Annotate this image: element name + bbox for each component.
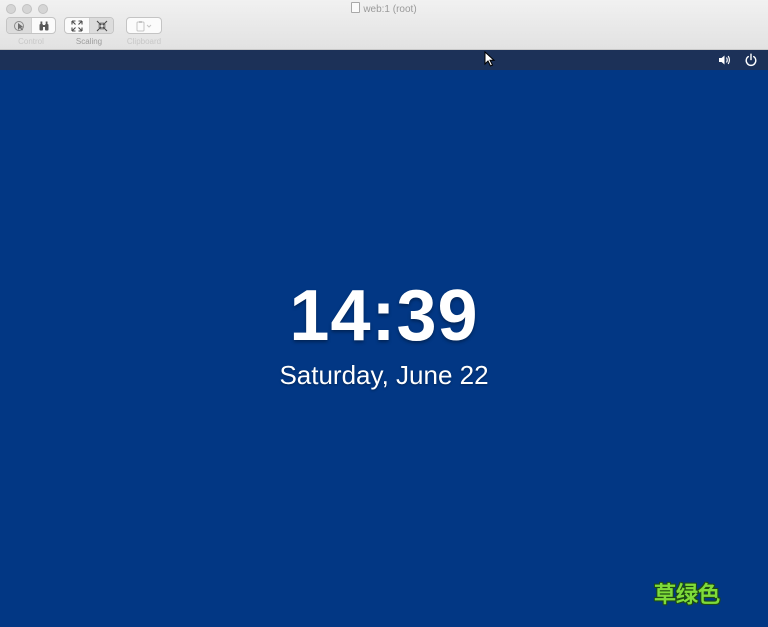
pointer-icon — [14, 20, 24, 31]
mouse-pointer-icon — [484, 51, 496, 67]
expand-icon — [71, 19, 83, 32]
clipboard-group: Clipboard — [126, 17, 162, 46]
shrink-scaling-button[interactable] — [89, 18, 113, 33]
viewer-window: web:1 (root) Control Scaling Clipboard 1… — [0, 0, 768, 627]
pointer-control-button[interactable] — [7, 18, 31, 33]
control-label: Control — [18, 37, 44, 46]
control-segment — [6, 17, 56, 34]
volume-icon[interactable] — [718, 53, 732, 67]
document-icon — [351, 2, 361, 13]
scaling-label: Scaling — [75, 37, 103, 46]
clipboard-segment — [126, 17, 162, 34]
expand-scaling-button[interactable] — [65, 18, 89, 33]
clock-time: 14:39 — [289, 276, 479, 356]
clipboard-label: Clipboard — [126, 37, 162, 46]
control-group: Control — [6, 17, 56, 46]
clipboard-icon — [136, 20, 152, 31]
viewer-toolbar: web:1 (root) Control Scaling Clipboard — [0, 0, 768, 50]
top-bar — [0, 50, 768, 70]
clipboard-button[interactable] — [127, 18, 161, 33]
window-title: web:1 (root) — [0, 2, 768, 17]
binoculars-control-button[interactable] — [31, 18, 55, 33]
power-icon[interactable] — [744, 53, 758, 67]
clock-date: Saturday, June 22 — [279, 360, 489, 390]
scaling-group: Scaling — [64, 17, 114, 46]
shrink-icon — [96, 20, 107, 31]
watermark-text: 草绿色 — [653, 582, 720, 607]
status-area[interactable] — [718, 53, 758, 67]
lock-screen[interactable]: 14:39 Saturday, June 22 草绿色 — [0, 50, 768, 627]
scaling-segment — [64, 17, 114, 34]
window-title-text: web:1 (root) — [363, 4, 417, 15]
binoculars-icon — [39, 21, 48, 30]
